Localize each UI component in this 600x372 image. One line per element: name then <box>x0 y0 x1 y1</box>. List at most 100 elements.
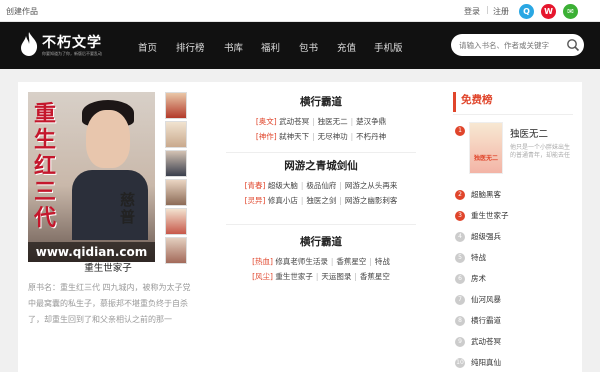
book-link[interactable]: 不朽丹神 <box>356 132 386 141</box>
rank-number: 10 <box>455 358 465 368</box>
block-heading[interactable]: 网游之青城剑仙 <box>206 158 436 178</box>
ranking-title[interactable]: 仙河风暴 <box>471 294 501 305</box>
genre-tag[interactable]: [奥文] <box>256 117 277 126</box>
block-heading[interactable]: 横行霸道 <box>206 234 436 254</box>
genre-tag[interactable]: [灵异] <box>245 196 266 205</box>
divider <box>226 224 416 225</box>
book-link[interactable]: 极品仙府 <box>306 181 336 190</box>
main-content: 重生红三代 慈普 www.qidian.com 重生世家子 原书名：重生红三代 … <box>18 82 582 372</box>
divider <box>226 152 416 153</box>
thumbnail[interactable] <box>165 121 187 148</box>
rank-number: 1 <box>455 126 465 136</box>
book-link[interactable]: 武动苍冥 <box>279 117 309 126</box>
rank-number: 3 <box>455 211 465 221</box>
book-link[interactable]: 修真小店 <box>268 196 298 205</box>
logo-title: 不朽文学 <box>42 35 102 51</box>
genre-tag[interactable]: [青春] <box>245 181 266 190</box>
book-link[interactable]: 楚汉争鼎 <box>356 117 386 126</box>
ranking-item[interactable]: 6 房术 <box>453 272 573 288</box>
book-link[interactable]: 弑神天下 <box>279 132 309 141</box>
top-bar: 创建作品 登录 | 注册 Q W ✉ <box>0 0 600 22</box>
thumbnail[interactable] <box>165 92 187 119</box>
recommend-row: [神作] 弑神天下 | 无尽神功 | 不朽丹神 <box>255 132 387 141</box>
recommend-row: [青春] 超级大脑 | 极品仙府 | 网游之从头再来 <box>244 181 398 190</box>
book-link[interactable]: 天运图录 <box>321 272 351 281</box>
ranking-title[interactable]: 重生世家子 <box>471 210 509 221</box>
ranking-item[interactable]: 8 横行霸道 <box>453 314 573 330</box>
ranking-title[interactable]: 横行霸道 <box>471 315 501 326</box>
book-link[interactable]: 重生世家子 <box>275 272 313 281</box>
nav-item-ranking[interactable]: 排行榜 <box>176 40 205 54</box>
register-link[interactable]: 注册 <box>493 6 509 17</box>
cover-face <box>86 110 130 168</box>
book-link[interactable]: 网游之从头再来 <box>345 181 398 190</box>
thumbnail[interactable] <box>165 150 187 177</box>
ranking-heading[interactable]: 免费榜 <box>453 92 573 112</box>
ranking-first-title[interactable]: 独医无二 <box>510 126 548 140</box>
thumbnail[interactable] <box>165 208 187 235</box>
ranking-item[interactable]: 2 超脑黑客 <box>453 188 573 204</box>
rank-number: 5 <box>455 253 465 263</box>
ranking-item[interactable]: 4 超级强兵 <box>453 230 573 246</box>
genre-tag[interactable]: [神作] <box>256 132 277 141</box>
ranking-title[interactable]: 超级强兵 <box>471 231 501 242</box>
cover-author: 慈普 <box>120 191 136 226</box>
search-box <box>451 34 584 56</box>
ranking-title[interactable]: 纯阳真仙 <box>471 357 501 368</box>
login-link[interactable]: 登录 <box>464 6 480 17</box>
ranking-item[interactable]: 9 武动苍冥 <box>453 335 573 351</box>
wechat-icon[interactable]: ✉ <box>563 4 578 19</box>
ranking-item[interactable]: 10 纯阳真仙 <box>453 356 573 372</box>
logo-tagline: 你要知道为了你，新版后不要乱动 <box>42 51 102 56</box>
genre-tag[interactable]: [风尘] <box>252 272 273 281</box>
nav-item-mobile[interactable]: 手机版 <box>374 40 403 54</box>
nav-item-bundle[interactable]: 包书 <box>299 40 318 54</box>
thumbnail[interactable] <box>165 179 187 206</box>
flame-logo-icon <box>21 32 38 56</box>
ranking-item[interactable]: 3 重生世家子 <box>453 209 573 225</box>
site-logo[interactable]: 不朽文学 你要知道为了你，新版后不要乱动 <box>18 31 108 61</box>
ranking-item[interactable]: 5 特战 <box>453 251 573 267</box>
featured-book-cover[interactable]: 重生红三代 慈普 www.qidian.com <box>28 92 155 262</box>
book-link[interactable]: 修真老师生活录 <box>275 257 328 266</box>
rank-number: 6 <box>455 274 465 284</box>
cover-thumbnails <box>165 92 187 264</box>
search-input[interactable] <box>459 39 564 51</box>
qq-icon[interactable]: Q <box>519 4 534 19</box>
ranking-first-item[interactable]: 1 独医无二 独医无二 他只是一个小胖妹出生的普通青年，却能去任 <box>453 120 573 185</box>
ranking-title[interactable]: 特战 <box>471 252 486 263</box>
book-link[interactable]: 独医之剑 <box>306 196 336 205</box>
featured-book-name[interactable]: 重生世家子 <box>28 260 188 274</box>
recommend-block: 横行霸道 [热血] 修真老师生活录 | 香蕉星空 | 特战 [风尘] 重生世家子 | 天运图… <box>206 234 436 284</box>
ranking-title[interactable]: 武动苍冥 <box>471 336 501 347</box>
book-link[interactable]: 无尽神功 <box>318 132 348 141</box>
genre-tag[interactable]: [热血] <box>252 257 273 266</box>
recommend-row: [热血] 修真老师生活录 | 香蕉星空 | 特战 <box>252 257 390 266</box>
recommend-row: [灵异] 修真小店 | 独医之剑 | 网游之幽影刺客 <box>244 196 398 205</box>
ranking-item[interactable]: 7 仙河风暴 <box>453 293 573 309</box>
rank-number: 2 <box>455 190 465 200</box>
book-link[interactable]: 香蕉星空 <box>360 272 390 281</box>
nav-item-home[interactable]: 首页 <box>138 40 157 54</box>
block-heading[interactable]: 横行霸道 <box>206 94 436 114</box>
book-link[interactable]: 超级大脑 <box>268 181 298 190</box>
search-icon[interactable] <box>566 38 580 52</box>
ranking-title[interactable]: 房术 <box>471 273 486 284</box>
ranking-first-cover[interactable]: 独医无二 <box>469 122 503 174</box>
book-link[interactable]: 香蕉星空 <box>336 257 366 266</box>
ranking-title[interactable]: 超脑黑客 <box>471 189 501 200</box>
create-work-link[interactable]: 创建作品 <box>6 6 38 17</box>
recommend-row: [奥文] 武动苍冥 | 独医无二 | 楚汉争鼎 <box>255 117 387 126</box>
book-link[interactable]: 特战 <box>375 257 390 266</box>
book-link[interactable]: 独医无二 <box>318 117 348 126</box>
book-link[interactable]: 网游之幽影刺客 <box>345 196 398 205</box>
nav-item-recharge[interactable]: 充值 <box>337 40 356 54</box>
rank-number: 8 <box>455 316 465 326</box>
nav-item-welfare[interactable]: 福利 <box>261 40 280 54</box>
rank-number: 7 <box>455 295 465 305</box>
weibo-icon[interactable]: W <box>541 4 556 19</box>
recommend-row: [风尘] 重生世家子 | 天运图录 | 香蕉星空 <box>252 272 390 281</box>
recommend-block: 横行霸道 [奥文] 武动苍冥 | 独医无二 | 楚汉争鼎 [神作] 弑神天下 | 无尽神功 |… <box>206 94 436 144</box>
cover-title: 重生红三代 <box>34 102 57 231</box>
nav-item-library[interactable]: 书库 <box>224 40 243 54</box>
